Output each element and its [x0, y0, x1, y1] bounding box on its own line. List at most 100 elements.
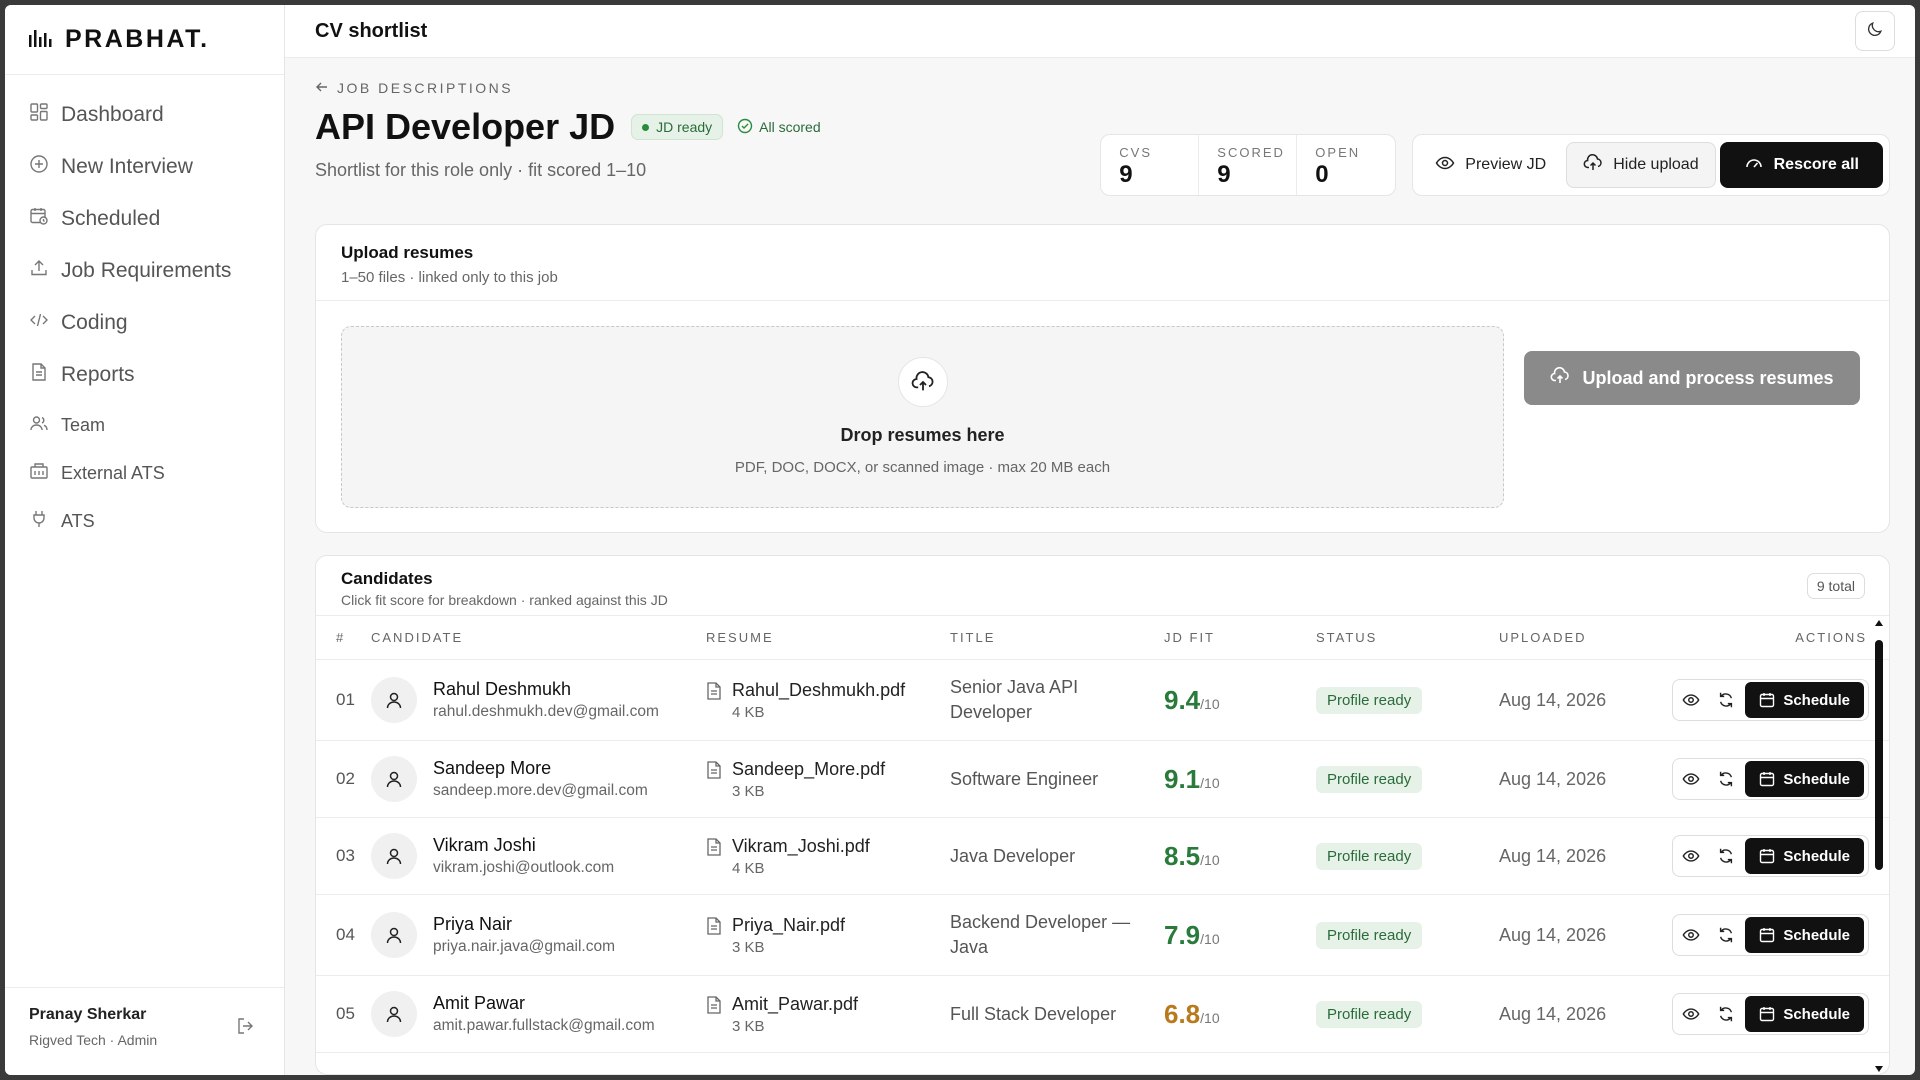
view-button[interactable] [1673, 836, 1708, 876]
schedule-button[interactable]: Schedule [1745, 917, 1864, 953]
candidate-cell: Rahul Deshmukh rahul.deshmukh.dev@gmail.… [371, 677, 706, 723]
calendar-icon [1760, 849, 1775, 864]
view-button[interactable] [1673, 759, 1708, 799]
table-scrollbar[interactable] [1874, 618, 1884, 1074]
rescore-all-button[interactable]: Rescore all [1719, 142, 1883, 188]
avatar [371, 991, 417, 1037]
sidebar-item-coding[interactable]: Coding [5, 297, 284, 349]
candidate-title: Java Developer [950, 845, 1076, 866]
sidebar-item-team[interactable]: Team [5, 401, 284, 449]
content: JOB DESCRIPTIONS API Developer JD JD rea… [285, 58, 1915, 1075]
file-icon [707, 995, 721, 1014]
jd-ready-badge: JD ready [631, 114, 724, 140]
schedule-button[interactable]: Schedule [1745, 761, 1864, 797]
candidate-name[interactable]: Sandeep More [433, 758, 648, 779]
sidebar-item-reports[interactable]: Reports [5, 349, 284, 401]
table-row: 02 Sandeep More sandeep.more.dev@gmail.c… [316, 741, 1889, 818]
upload-process-button[interactable]: Upload and process resumes [1524, 351, 1860, 405]
schedule-button[interactable]: Schedule [1745, 838, 1864, 874]
row-number: 02 [336, 769, 355, 788]
resume-size: 4 KB [732, 703, 765, 721]
eye-icon [1682, 850, 1700, 862]
check-circle-icon [737, 118, 753, 137]
resume-file[interactable]: Amit_Pawar.pdf 3 KB [706, 994, 950, 1035]
resume-file[interactable]: Priya_Nair.pdf 3 KB [706, 915, 950, 956]
fit-score[interactable]: 8.5/10 [1164, 841, 1220, 871]
actions-cell: Schedule [1631, 914, 1889, 956]
rescore-button[interactable] [1708, 759, 1743, 799]
stat-open: OPEN 0 [1297, 135, 1395, 195]
candidate-name[interactable]: Vikram Joshi [433, 835, 614, 856]
report-icon [29, 362, 49, 388]
sidebar-item-new-interview[interactable]: New Interview [5, 141, 284, 193]
col-header-actions: ACTIONS [1795, 630, 1867, 645]
code-icon [29, 310, 49, 336]
fit-score[interactable]: 6.8/10 [1164, 999, 1220, 1029]
rescore-button[interactable] [1708, 994, 1743, 1034]
back-link-label: JOB DESCRIPTIONS [337, 80, 514, 96]
jd-fit-cell[interactable]: 6.8/10 [1164, 999, 1316, 1030]
resume-file[interactable]: Vikram_Joshi.pdf 4 KB [706, 836, 950, 877]
sidebar-item-dashboard[interactable]: Dashboard [5, 89, 284, 141]
hide-upload-button[interactable]: Hide upload [1566, 142, 1716, 188]
file-icon [707, 837, 721, 856]
view-button[interactable] [1673, 680, 1708, 720]
row-actions: Schedule [1672, 914, 1869, 956]
col-header-jd-fit[interactable]: JD FIT [1164, 630, 1316, 645]
theme-toggle-button[interactable] [1855, 11, 1895, 51]
status-badge: Profile ready [1316, 921, 1423, 949]
jd-fit-cell[interactable]: 9.1/10 [1164, 764, 1316, 795]
sidebar-item-ats[interactable]: ATS [5, 497, 284, 545]
scroll-up-icon[interactable] [1874, 618, 1884, 628]
brand[interactable]: PRABHAT. [5, 5, 284, 75]
logout-icon[interactable] [236, 1016, 256, 1036]
preview-jd-button[interactable]: Preview JD [1419, 142, 1563, 188]
fit-denominator: /10 [1200, 774, 1220, 791]
schedule-label: Schedule [1783, 770, 1850, 788]
resume-file[interactable]: Sandeep_More.pdf 3 KB [706, 759, 950, 800]
jd-fit-cell[interactable]: 8.5/10 [1164, 841, 1316, 872]
status-badge: Profile ready [1316, 842, 1423, 870]
fit-value: 8.5 [1164, 840, 1201, 871]
candidate-name[interactable]: Rahul Deshmukh [433, 679, 659, 700]
fit-score[interactable]: 7.9/10 [1164, 920, 1220, 950]
candidate-name[interactable]: Priya Nair [433, 914, 615, 935]
row-number: 04 [336, 925, 355, 944]
title-cell: Senior Java API Developer [950, 675, 1164, 725]
rescore-button[interactable] [1708, 836, 1743, 876]
view-button[interactable] [1673, 915, 1708, 955]
fit-score[interactable]: 9.1/10 [1164, 764, 1220, 794]
schedule-button[interactable]: Schedule [1745, 682, 1864, 718]
scroll-down-icon[interactable] [1874, 1064, 1884, 1074]
file-icon [707, 916, 721, 935]
candidate-name[interactable]: Amit Pawar [433, 993, 655, 1014]
candidate-cell: Vikram Joshi vikram.joshi@outlook.com [371, 833, 706, 879]
schedule-button[interactable]: Schedule [1745, 996, 1864, 1032]
row-number: 01 [336, 690, 355, 709]
sidebar-item-label: Team [61, 414, 106, 435]
resume-size: 3 KB [732, 938, 765, 956]
jd-fit-cell[interactable]: 7.9/10 [1164, 920, 1316, 951]
resume-dropzone[interactable]: Drop resumes here PDF, DOC, DOCX, or sca… [341, 326, 1504, 508]
rescore-button[interactable] [1708, 680, 1743, 720]
view-button[interactable] [1673, 994, 1708, 1034]
rescore-button[interactable] [1708, 915, 1743, 955]
sidebar-item-scheduled[interactable]: Scheduled [5, 193, 284, 245]
user-role: Rigved Tech · Admin [29, 1032, 158, 1048]
schedule-label: Schedule [1783, 1005, 1850, 1023]
stat-cvs: CVS 9 [1101, 135, 1200, 195]
sidebar-item-external-ats[interactable]: External ATS [5, 449, 284, 497]
moon-icon [1866, 20, 1884, 43]
status-cell: Profile ready [1316, 921, 1499, 949]
resume-file[interactable]: Rahul_Deshmukh.pdf 4 KB [706, 680, 950, 721]
table-row: 01 Rahul Deshmukh rahul.deshmukh.dev@gma… [316, 660, 1889, 741]
jd-fit-cell[interactable]: 9.4/10 [1164, 685, 1316, 716]
user-panel: Pranay Sherkar Rigved Tech · Admin [5, 987, 284, 1075]
user-icon [386, 771, 402, 788]
sidebar-item-job-requirements[interactable]: Job Requirements [5, 245, 284, 297]
back-link[interactable]: JOB DESCRIPTIONS [315, 80, 1890, 96]
actions-cell: Schedule [1631, 835, 1889, 877]
app-window: PRABHAT. Dashboard New Interview Schedul… [5, 5, 1915, 1075]
fit-score[interactable]: 9.4/10 [1164, 685, 1220, 715]
scroll-thumb[interactable] [1875, 640, 1883, 870]
